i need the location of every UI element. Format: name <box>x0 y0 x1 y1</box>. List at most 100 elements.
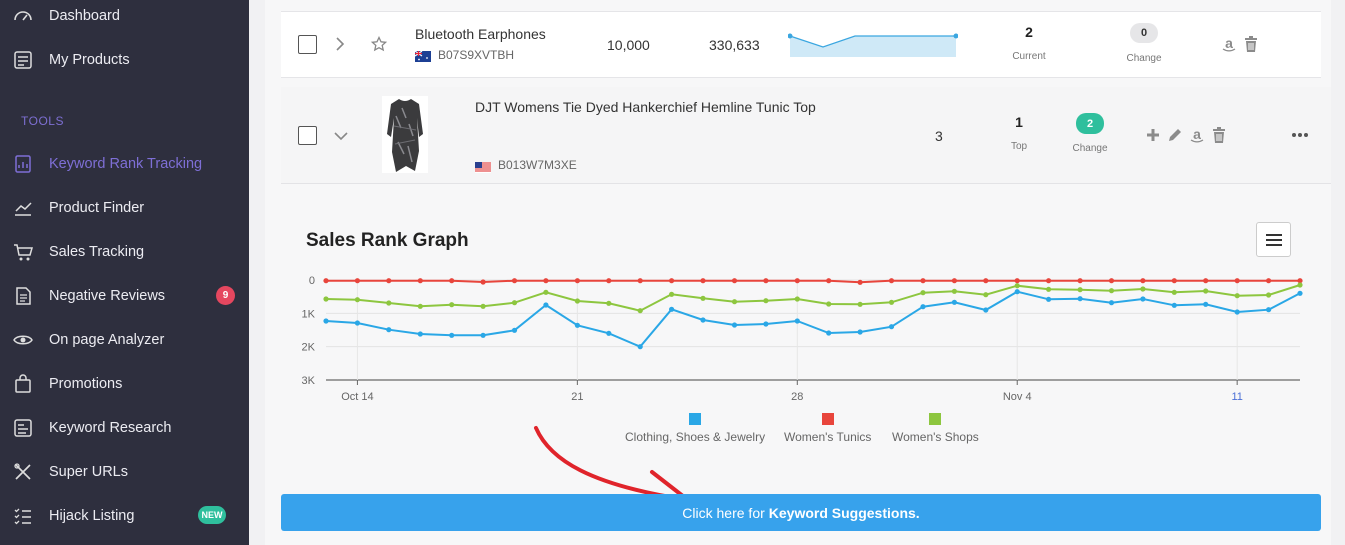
trash-icon[interactable] <box>1242 35 1260 53</box>
data-point <box>417 331 423 337</box>
data-point <box>606 300 612 306</box>
data-point <box>794 296 800 302</box>
sidebar-item-sales-tracking[interactable]: Sales Tracking <box>0 234 249 270</box>
data-point <box>1297 290 1303 296</box>
data-point <box>1266 292 1272 298</box>
change-badge: 0 <box>1130 23 1158 43</box>
sidebar-item-dashboard[interactable]: Dashboard <box>0 0 249 34</box>
hamburger-icon <box>1265 233 1282 236</box>
sidebar-item-keyword-rank-tracking[interactable]: Keyword Rank Tracking <box>0 146 249 182</box>
chart-menu-button[interactable] <box>1256 222 1291 257</box>
sidebar-item-label: On page Analyzer <box>49 332 165 348</box>
data-point <box>1203 278 1209 284</box>
amazon-icon[interactable]: a <box>1220 35 1238 53</box>
data-point <box>637 344 643 350</box>
x-tick-label: Oct 14 <box>341 391 373 403</box>
data-point <box>857 301 863 307</box>
data-point <box>1046 278 1052 284</box>
change-label: Change <box>1126 53 1162 64</box>
data-point <box>1234 293 1240 299</box>
product-name[interactable]: Bluetooth Earphones <box>415 26 546 42</box>
product-name[interactable]: DJT Womens Tie Dyed Hankerchief Hemline … <box>475 99 816 115</box>
data-point <box>1108 288 1115 294</box>
data-point <box>480 332 486 338</box>
data-point <box>354 297 360 303</box>
svg-text:a: a <box>1193 127 1201 142</box>
bag-icon <box>12 373 34 395</box>
top-rank-label: Top <box>1010 141 1028 152</box>
legend-item[interactable]: Women's Tunics <box>784 413 871 444</box>
cta-prefix: Click here for <box>682 504 765 521</box>
new-badge: NEW <box>198 506 226 524</box>
x-tick-label: Nov 4 <box>1003 391 1032 403</box>
sidebar-item-label: Keyword Rank Tracking <box>49 156 203 172</box>
cta-strong: Keyword Suggestions. <box>768 504 920 521</box>
data-point <box>543 278 549 284</box>
top-rank: 1 <box>1015 114 1023 130</box>
data-point <box>951 288 958 294</box>
data-point <box>417 278 423 284</box>
amazon-icon[interactable]: a <box>1188 126 1206 144</box>
data-point <box>951 299 958 305</box>
data-point <box>354 320 360 326</box>
data-point <box>826 278 832 284</box>
product-thumbnail <box>382 96 428 173</box>
data-point <box>574 298 580 304</box>
more-options-icon[interactable] <box>1291 126 1309 144</box>
data-point <box>920 304 926 310</box>
trash-icon[interactable] <box>1210 126 1228 144</box>
star-icon[interactable] <box>370 35 388 57</box>
data-point <box>700 278 706 284</box>
data-point <box>700 317 706 323</box>
sidebar-item-super-urls[interactable]: Super URLs <box>0 454 249 490</box>
data-point <box>1234 309 1240 315</box>
cart-icon <box>12 241 34 263</box>
row-checkbox[interactable] <box>298 126 317 145</box>
data-point <box>637 278 643 284</box>
chevron-down-icon[interactable] <box>334 129 348 147</box>
data-point <box>1140 278 1146 284</box>
data-point <box>1077 296 1083 302</box>
data-point <box>763 278 769 284</box>
data-point <box>888 324 895 330</box>
data-point <box>1266 278 1272 284</box>
asin: B013W7M3XE <box>498 158 577 172</box>
data-point <box>386 278 392 284</box>
data-point <box>888 278 895 284</box>
data-point <box>951 278 958 284</box>
data-point <box>983 278 989 284</box>
product-count: 330,633 <box>709 37 760 53</box>
data-point <box>511 327 518 333</box>
sidebar-item-product-finder[interactable]: Product Finder <box>0 190 249 226</box>
keyword-count: 3 <box>935 128 943 144</box>
data-point <box>983 307 989 313</box>
legend-item[interactable]: Women's Shops <box>892 413 979 444</box>
row-checkbox[interactable] <box>298 35 317 54</box>
data-point <box>323 296 329 302</box>
data-point <box>763 298 769 304</box>
negative-reviews-badge: 9 <box>216 286 235 305</box>
sidebar-item-label: Sales Tracking <box>49 244 145 260</box>
data-point <box>386 300 392 306</box>
sidebar-item-promotions[interactable]: Promotions <box>0 366 249 402</box>
sidebar-item-keyword-research[interactable]: Keyword Research <box>0 410 249 446</box>
sidebar-item-on-page-analyzer[interactable]: On page Analyzer <box>0 322 249 358</box>
current-rank-label: Current <box>1012 51 1046 62</box>
data-point <box>669 291 675 297</box>
sidebar-item-negative-reviews[interactable]: Negative Reviews <box>0 278 249 314</box>
data-point <box>731 278 738 284</box>
data-point <box>1077 287 1083 293</box>
data-point <box>1108 278 1115 284</box>
y-tick-label: 1K <box>302 308 316 320</box>
sidebar-item-my-products[interactable]: My Products <box>0 42 249 78</box>
data-point <box>1171 289 1177 295</box>
data-point <box>606 278 612 284</box>
edit-icon[interactable] <box>1166 126 1184 144</box>
data-point <box>1203 301 1209 307</box>
keyword-suggestions-button[interactable]: Click here for Keyword Suggestions. <box>281 494 1321 531</box>
data-point <box>794 278 800 284</box>
data-point <box>826 301 832 307</box>
keyword-icon <box>12 417 34 439</box>
chevron-right-icon[interactable] <box>334 37 346 56</box>
plus-icon[interactable] <box>1144 126 1162 144</box>
